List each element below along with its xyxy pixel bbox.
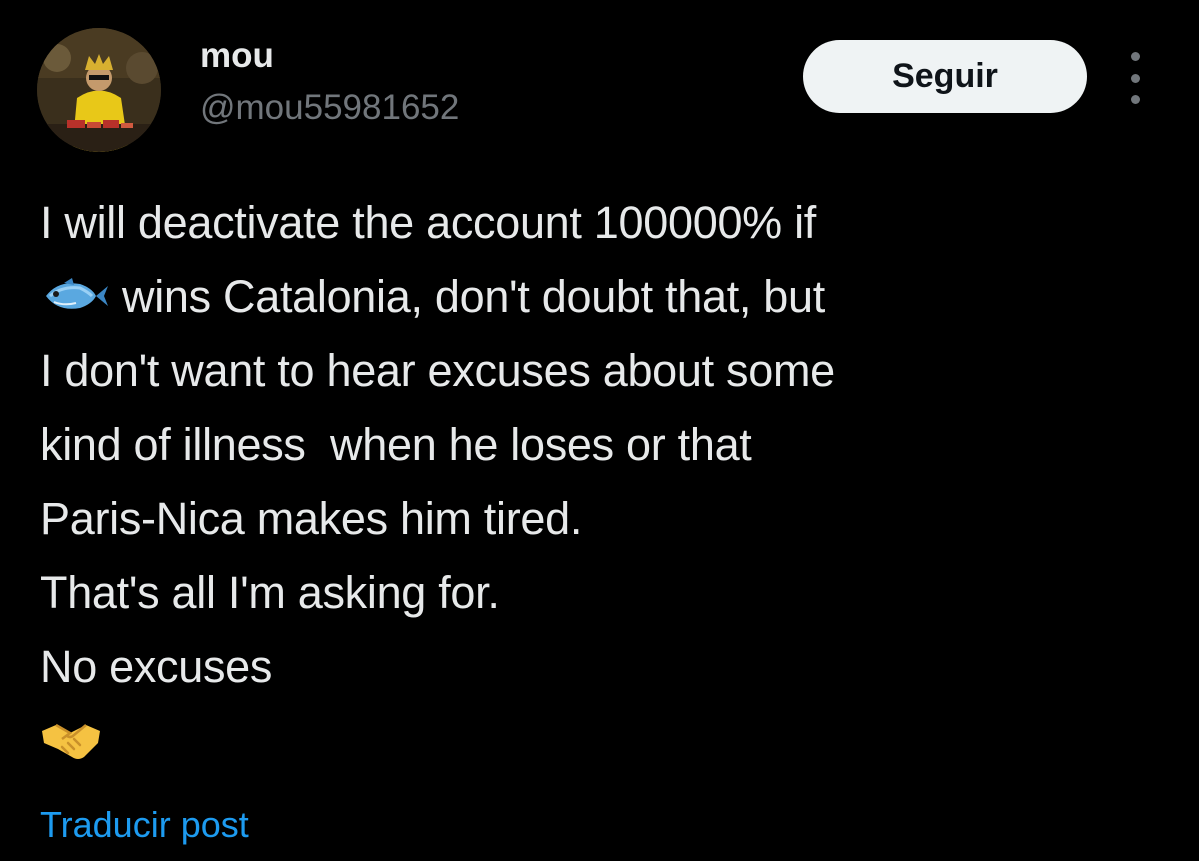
handshake-emoji <box>42 724 100 760</box>
tweet-line: That's all I'm asking for. <box>40 567 500 618</box>
tweet-line2-text: wins Catalonia, don't doubt that, but <box>122 271 825 322</box>
tweet-line: Paris-Nica makes him tired. <box>40 493 583 544</box>
more-dot <box>1130 95 1140 104</box>
tweet-line: kind of illness when he loses or that <box>40 419 752 470</box>
tweet-line <box>40 704 1150 778</box>
tweet-line: I will deactivate the account 100000% if <box>40 197 816 248</box>
tweet-text: I will deactivate the account 100000% if… <box>40 186 1150 778</box>
tweet-line: No excuses <box>40 641 273 692</box>
fish-emoji <box>46 278 108 309</box>
user-handle[interactable]: @mou55981652 <box>200 86 459 130</box>
avatar[interactable] <box>37 28 161 152</box>
translate-post-link[interactable]: Traducir post <box>40 802 249 848</box>
tweet-line: wins Catalonia, don't doubt that, but <box>40 260 1150 334</box>
more-dot <box>1130 73 1140 83</box>
post: mou @mou55981652 Seguir I will deactivat… <box>0 0 1199 861</box>
follow-button[interactable]: Seguir <box>803 40 1087 113</box>
tweet-line: I don't want to hear excuses about some <box>40 345 835 396</box>
more-dot <box>1130 52 1140 61</box>
avatar-image <box>37 28 161 152</box>
display-name[interactable]: mou <box>200 34 274 78</box>
more-dots-icon[interactable] <box>1118 52 1152 104</box>
